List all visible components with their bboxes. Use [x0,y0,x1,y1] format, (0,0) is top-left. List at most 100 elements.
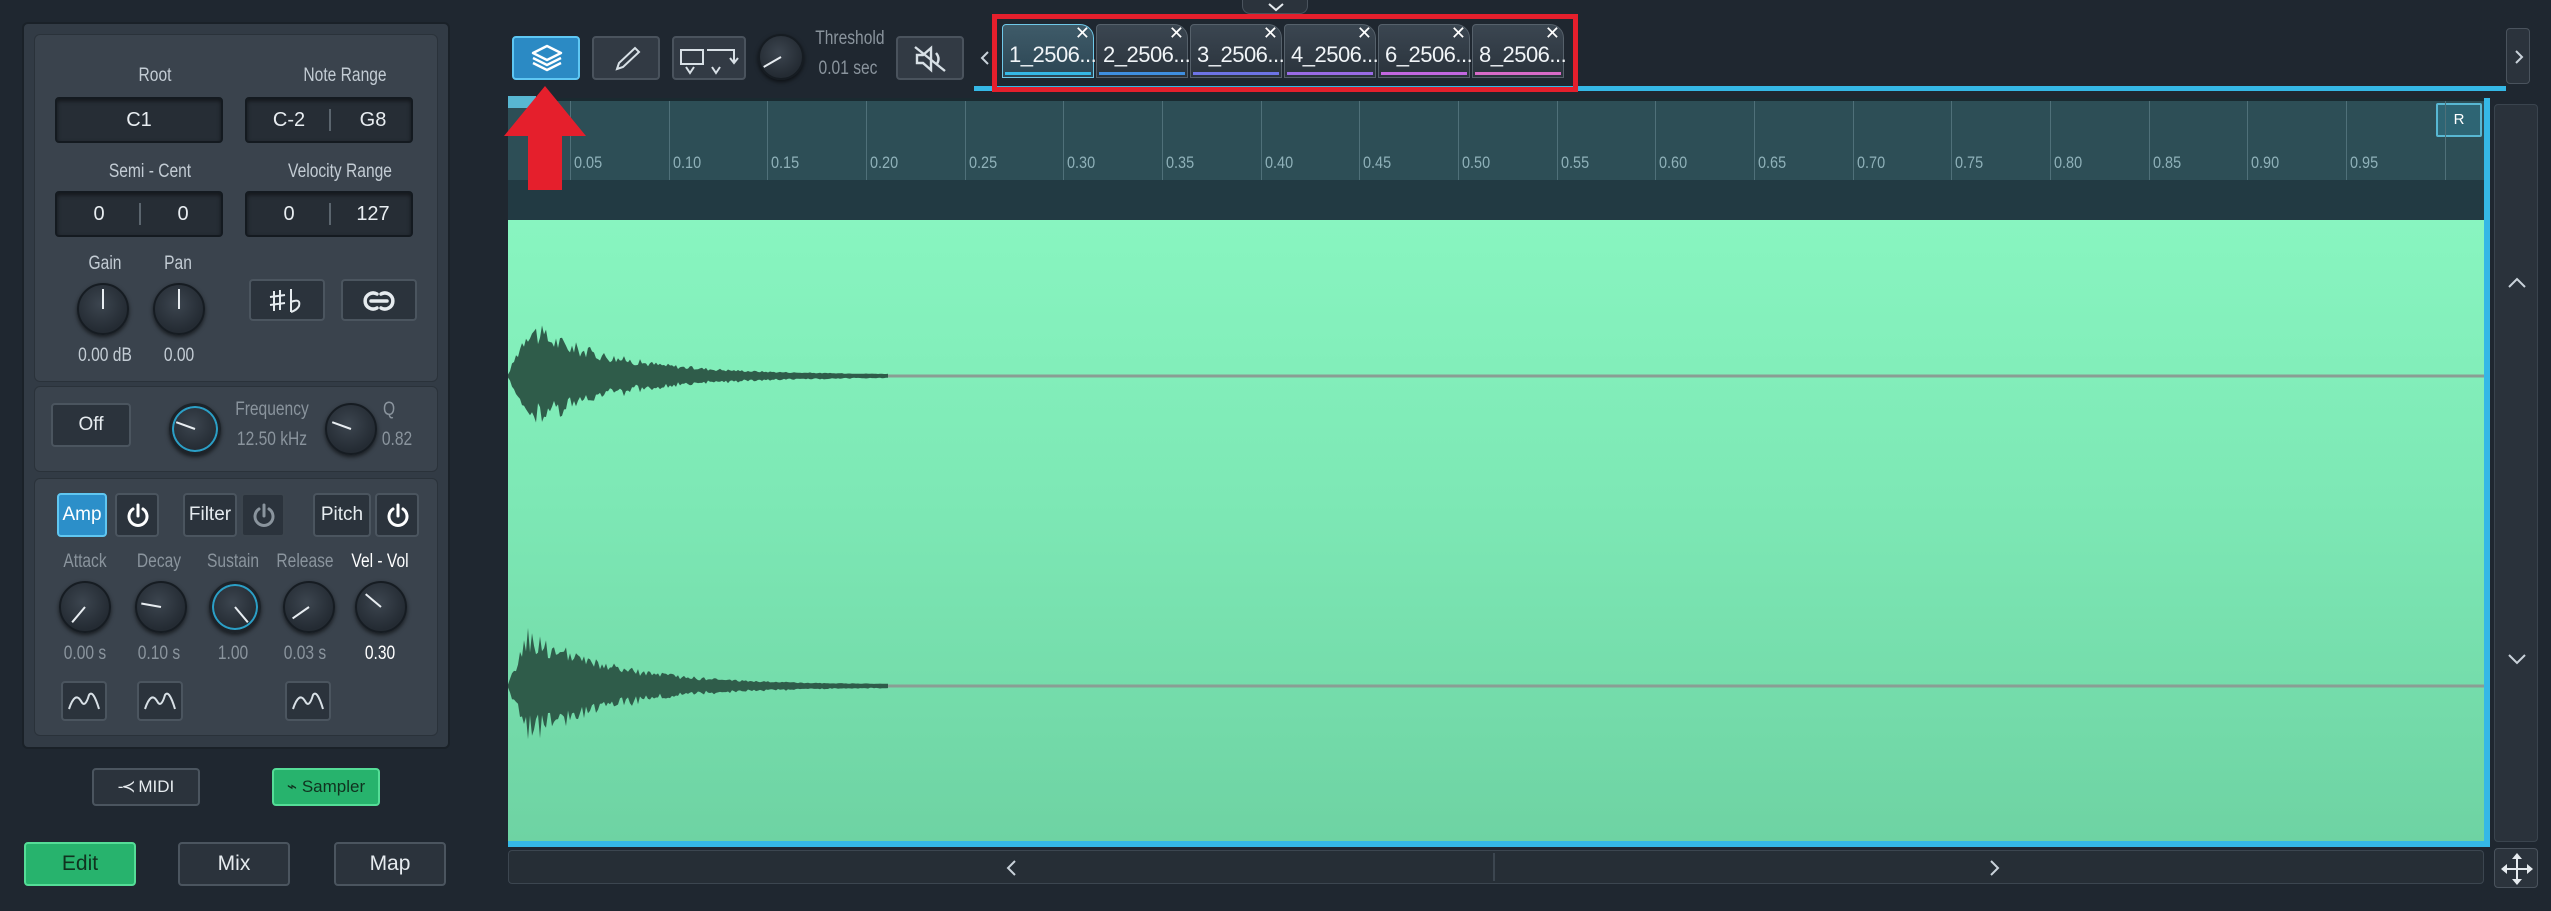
chevron-left-icon[interactable] [997,853,1027,883]
power-icon [127,503,149,527]
pan-knob[interactable] [153,283,205,335]
vel-vol-knob[interactable] [355,581,407,633]
frequency-knob[interactable] [169,403,221,455]
pencil-button[interactable] [592,36,660,80]
q-knob[interactable] [325,403,377,455]
tab-scroll-left-button[interactable] [978,36,992,80]
vel-vol-label: Vel - Vol [351,551,409,572]
pitch-power-button[interactable] [375,493,419,537]
close-icon[interactable]: ✕ [1451,23,1466,44]
ruler-tick [1457,101,1459,183]
velocity-low: 0 [283,203,295,225]
ruler-tick [2049,101,2051,183]
waveform-bottom-edge [508,841,2490,847]
tab-filter[interactable]: Filter [183,493,237,537]
semi-cent-field[interactable]: 0 0 [55,191,223,237]
loop-button[interactable] [341,279,417,321]
sample-settings-panel: Root C1 Note Range C-2 G8 Semi - Cent 0 … [22,22,450,806]
sample-tab-label: 2_2506... [1103,42,1191,67]
sample-tab-color-bar [1193,72,1279,75]
gain-knob[interactable] [77,283,129,335]
amp-power-button[interactable] [115,493,159,537]
tab-amp-label: Amp [62,504,102,525]
note-range-field[interactable]: C-2 G8 [245,97,413,143]
move-button[interactable] [2494,848,2538,888]
horizontal-scrollbar[interactable] [508,850,2484,884]
tab-map[interactable]: Map [334,842,446,886]
sampler-button[interactable]: ⌁ Sampler [272,768,380,806]
tab-mix[interactable]: Mix [178,842,290,886]
sample-tab[interactable]: 3_2506... ✕ [1190,23,1285,78]
filter-mode-label: Off [78,414,104,435]
scrollbar-divider [1493,853,1495,881]
time-ruler[interactable]: R 0.05 0.10 0.15 0.20 0.25 0.30 0.35 0.40 0.45 0.… [508,98,2484,183]
ruler-tick-label: 0.30 [1067,153,1096,172]
ruler-tick-label: 0.65 [1757,153,1787,172]
mute-speaker-icon [914,45,946,73]
curve-icon [144,692,176,710]
tab-strip-underline [974,86,2506,91]
close-icon[interactable]: ✕ [1263,23,1278,44]
sample-tab[interactable]: 2_2506... ✕ [1096,23,1191,78]
filter-power-button[interactable] [241,493,285,537]
threshold-knob[interactable] [758,34,804,80]
tab-pitch-label: Pitch [320,504,364,525]
midi-icon: -≺ [117,777,136,796]
sample-tab[interactable]: 8_2506... ✕ [1472,23,1567,78]
release-curve-button[interactable] [285,681,331,721]
ruler-tick [2345,101,2347,183]
midi-label: MIDI [138,777,175,796]
waveform-display[interactable] [508,220,2484,841]
root-field[interactable]: C1 [55,97,223,143]
curve-icon [68,692,100,710]
collapse-button[interactable] [1242,0,1308,14]
sustain-knob[interactable] [209,581,261,633]
marker-lane[interactable] [508,180,2484,220]
sustain-value: 1.00 [217,643,249,664]
chevron-right-icon[interactable] [1979,853,2009,883]
mute-button[interactable] [896,36,964,80]
midi-button[interactable]: -≺ MIDI [92,768,200,806]
sample-tab-color-bar [1381,72,1467,75]
tab-pitch[interactable]: Pitch [313,493,371,537]
release-label: Release [276,551,334,572]
vertical-zoom-bar[interactable] [2494,104,2538,842]
close-icon[interactable]: ✕ [1075,23,1090,44]
close-icon[interactable]: ✕ [1545,23,1560,44]
gain-label: Gain [88,253,122,274]
tab-edit[interactable]: Edit [24,842,136,886]
loop-icon [363,291,395,311]
sample-tab[interactable]: 4_2506... ✕ [1284,23,1379,78]
tab-scroll-right-button[interactable] [2506,28,2530,84]
chevron-down-icon[interactable] [2495,643,2539,673]
sample-tab[interactable]: 1_2506... ✕ [1002,23,1097,78]
move-arrows-icon [2501,853,2533,885]
ruler-tick [2148,101,2150,183]
release-knob[interactable] [283,581,335,633]
attack-curve-button[interactable] [61,681,107,721]
close-icon[interactable]: ✕ [1357,23,1372,44]
sample-tab[interactable]: 6_2506... ✕ [1378,23,1473,78]
semi-value: 0 [93,203,105,225]
slice-button[interactable] [672,36,746,80]
sample-tab-label: 3_2506... [1197,42,1285,67]
tab-filter-label: Filter [188,504,232,525]
root-label: Root [138,65,172,86]
close-icon[interactable]: ✕ [1169,23,1184,44]
sharp-flat-button[interactable] [249,279,325,321]
chevron-up-icon[interactable] [2495,269,2539,299]
ruler-tick [767,101,769,183]
ruler-tick [1556,101,1558,183]
velocity-range-field[interactable]: 0 127 [245,191,413,237]
decay-knob[interactable] [135,581,187,633]
tab-amp[interactable]: Amp [57,493,107,537]
ruler-tick-label: 0.25 [968,153,997,172]
layers-button[interactable] [512,36,580,80]
attack-label: Attack [63,551,107,572]
attack-knob[interactable] [59,581,111,633]
ruler-tick [1063,101,1065,183]
decay-curve-button[interactable] [137,681,183,721]
curve-icon [292,692,324,710]
region-marker[interactable]: R [2436,103,2482,137]
filter-mode-button[interactable]: Off [51,403,131,447]
